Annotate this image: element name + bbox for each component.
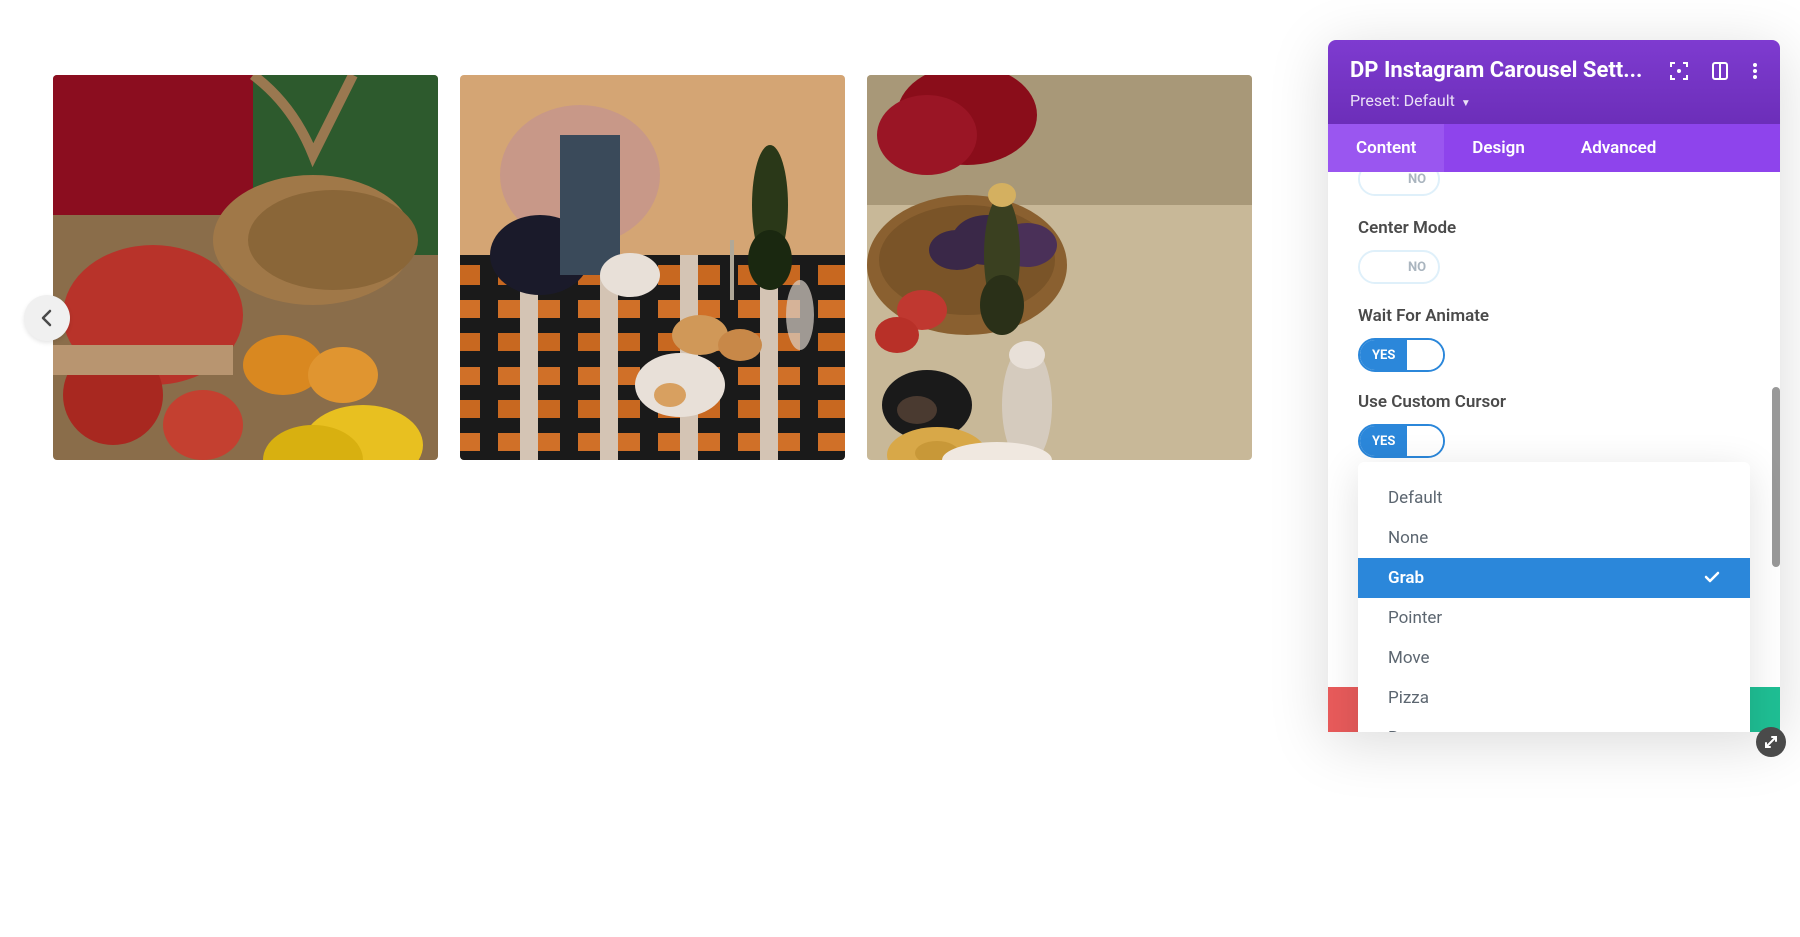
toggle-wait-animate[interactable]: YES xyxy=(1358,338,1445,372)
dropdown-option-none[interactable]: None ✓ xyxy=(1358,518,1750,558)
toggle-knob xyxy=(1407,340,1443,370)
dropdown-option-grab[interactable]: Grab xyxy=(1358,558,1750,598)
dropdown-option-label: Burger xyxy=(1388,728,1438,732)
panel-header-icons xyxy=(1670,62,1758,80)
panel-body: NO Center Mode NO Wait For Animate YES U… xyxy=(1328,172,1780,732)
expand-icon xyxy=(1764,735,1778,749)
dropdown-option-pizza[interactable]: Pizza ✓ xyxy=(1358,678,1750,718)
more-icon[interactable] xyxy=(1752,62,1758,80)
dropdown-option-pointer[interactable]: Pointer ✓ xyxy=(1358,598,1750,638)
focus-icon[interactable] xyxy=(1670,62,1688,80)
tab-advanced[interactable]: Advanced xyxy=(1553,124,1685,172)
toggle-knob xyxy=(1407,426,1443,456)
wait-animate-label: Wait For Animate xyxy=(1358,306,1750,326)
toggle-label: NO xyxy=(1396,172,1438,194)
toggle-label: YES xyxy=(1360,340,1407,370)
preset-selector[interactable]: Preset: Default ▼ xyxy=(1350,91,1758,110)
toggle-unknown-top[interactable]: NO xyxy=(1358,172,1440,196)
setting-wait-animate: Wait For Animate YES xyxy=(1358,306,1750,372)
panel-header: DP Instagram Carousel Sett... xyxy=(1328,40,1780,124)
dropdown-option-burger[interactable]: Burger ✓ xyxy=(1358,718,1750,732)
preset-label: Preset: Default xyxy=(1350,91,1455,110)
setting-center-mode: Center Mode NO xyxy=(1358,218,1750,286)
dropdown-option-label: Pizza xyxy=(1388,688,1429,708)
carousel-image-2[interactable] xyxy=(460,75,845,460)
panel-tabs: Content Design Advanced xyxy=(1328,124,1780,172)
carousel-image-3[interactable] xyxy=(867,75,1252,460)
settings-panel: DP Instagram Carousel Sett... xyxy=(1328,40,1780,732)
dropdown-option-default[interactable]: Default ✓ xyxy=(1358,478,1750,518)
toggle-knob xyxy=(1360,252,1396,282)
dropdown-option-label: Default xyxy=(1388,488,1442,508)
panel-title: DP Instagram Carousel Sett... xyxy=(1350,58,1660,83)
tab-design[interactable]: Design xyxy=(1444,124,1553,172)
check-icon xyxy=(1704,568,1720,588)
toggle-knob xyxy=(1360,172,1396,194)
dropdown-option-label: Pointer xyxy=(1388,608,1442,628)
dropdown-option-label: Move xyxy=(1388,648,1430,668)
cursor-dropdown: Default ✓ None ✓ Grab Pointer ✓ Move ✓ xyxy=(1358,462,1750,732)
toggle-label: NO xyxy=(1396,252,1438,282)
chevron-down-icon: ▼ xyxy=(1461,98,1471,109)
expand-handle[interactable] xyxy=(1756,727,1786,757)
carousel-image-1[interactable] xyxy=(53,75,438,460)
carousel-prev-button[interactable] xyxy=(24,295,70,341)
toggle-label: YES xyxy=(1360,426,1407,456)
panel-scrollbar[interactable] xyxy=(1772,387,1780,567)
setting-custom-cursor: Use Custom Cursor YES xyxy=(1358,392,1750,458)
dropdown-option-move[interactable]: Move ✓ xyxy=(1358,638,1750,678)
dropdown-option-label: None xyxy=(1388,528,1428,548)
toggle-custom-cursor[interactable]: YES xyxy=(1358,424,1445,458)
chevron-left-icon xyxy=(40,309,54,327)
layout-icon[interactable] xyxy=(1712,62,1728,80)
toggle-center-mode[interactable]: NO xyxy=(1358,250,1440,284)
tab-content[interactable]: Content xyxy=(1328,124,1444,172)
setting-partial-top: NO xyxy=(1358,172,1750,198)
custom-cursor-label: Use Custom Cursor xyxy=(1358,392,1750,412)
dropdown-option-label: Grab xyxy=(1388,568,1424,588)
panel-title-row: DP Instagram Carousel Sett... xyxy=(1350,58,1758,83)
center-mode-label: Center Mode xyxy=(1358,218,1750,238)
